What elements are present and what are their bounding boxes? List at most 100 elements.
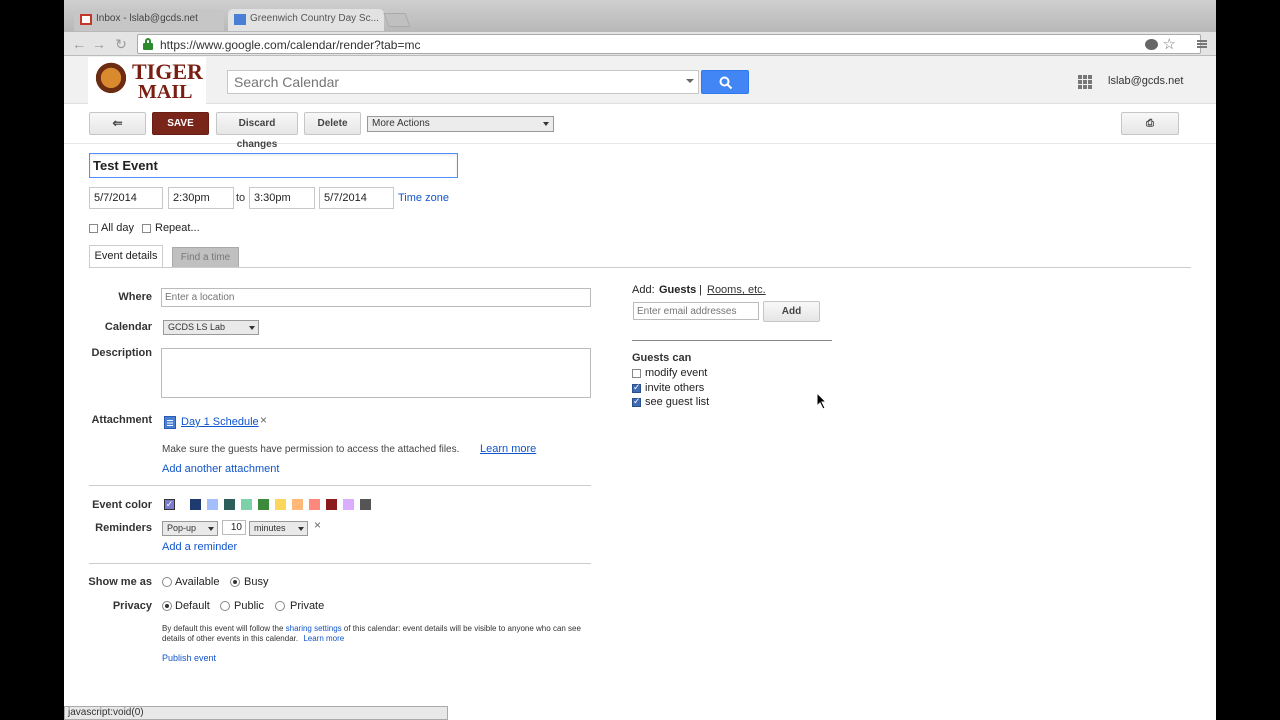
url-text: https://www.google.com/calendar/render?t…	[160, 38, 421, 52]
location-input[interactable]	[161, 288, 591, 307]
tiger-mail-logo[interactable]: TIGER MAIL	[88, 57, 206, 104]
logo-text: MAIL	[138, 81, 193, 103]
event-color-swatch[interactable]	[343, 499, 354, 510]
calendar-select[interactable]: GCDS LS Lab	[163, 320, 259, 335]
available-label: Available	[175, 576, 220, 588]
new-tab-button[interactable]	[383, 13, 411, 27]
event-color-swatch[interactable]	[241, 499, 252, 510]
publish-event-link[interactable]: Publish event	[162, 653, 216, 663]
remove-attachment-icon[interactable]: ×	[260, 413, 267, 427]
gmail-icon	[80, 14, 92, 25]
event-color-swatch[interactable]	[360, 499, 371, 510]
time-zone-link[interactable]: Time zone	[398, 192, 449, 204]
reminder-method-value: Pop-up	[167, 523, 197, 533]
more-actions-label: More Actions	[372, 118, 430, 129]
show-me-as-label: Show me as	[88, 576, 152, 588]
start-date-input[interactable]	[89, 187, 163, 209]
event-title-input[interactable]	[89, 153, 458, 178]
learn-more-link[interactable]: Learn more	[303, 634, 344, 643]
add-reminder-link[interactable]: Add a reminder	[162, 541, 237, 553]
to-label: to	[236, 192, 246, 204]
end-time-input[interactable]	[249, 187, 315, 209]
attachment-note: Make sure the guests have permission to …	[162, 444, 460, 455]
tiger-icon	[90, 59, 132, 101]
guests-tab[interactable]: Guests	[659, 284, 696, 296]
private-radio[interactable]	[275, 601, 285, 611]
event-color-label: Event color	[92, 499, 152, 511]
browser-toolbar: ← → ↻ https://www.google.com/calendar/re…	[64, 32, 1216, 56]
app-header: TIGER MAIL lslab@gcds.net	[64, 56, 1216, 104]
event-color-selected[interactable]: ✓	[164, 499, 175, 510]
learn-more-link[interactable]: Learn more	[480, 443, 536, 455]
apps-grid-icon[interactable]	[1078, 75, 1092, 89]
calendar-value: GCDS LS Lab	[168, 322, 226, 332]
reminder-unit-select[interactable]: minutes	[249, 521, 308, 536]
divider	[89, 485, 591, 486]
see-guest-list-checkbox[interactable]	[632, 396, 641, 407]
back-icon[interactable]: ←	[70, 36, 88, 52]
available-radio[interactable]	[162, 577, 172, 587]
private-label: Private	[290, 600, 325, 612]
extension-icon[interactable]	[1145, 39, 1158, 50]
reload-icon[interactable]: ↻	[112, 36, 130, 53]
add-guest-button[interactable]: Add	[763, 301, 820, 322]
description-textarea[interactable]	[161, 348, 591, 398]
tab-find-a-time[interactable]: Find a time	[172, 247, 239, 268]
sharing-settings-link[interactable]: sharing settings	[286, 624, 342, 633]
back-to-calendar-button[interactable]: ⇐	[89, 112, 146, 135]
remove-reminder-icon[interactable]: ×	[314, 518, 321, 532]
guests-can-label: Guests can	[632, 352, 692, 364]
bookmark-star-icon[interactable]: ☆	[1163, 35, 1176, 53]
tab-inbox[interactable]: Inbox - lslab@gcds.net	[74, 9, 224, 31]
chevron-down-icon	[543, 122, 549, 126]
attachment-link[interactable]: Day 1 Schedule	[181, 416, 259, 428]
event-color-swatch[interactable]	[258, 499, 269, 510]
account-menu[interactable]: lslab@gcds.net	[1108, 75, 1183, 87]
where-label: Where	[118, 291, 152, 303]
event-color-swatch[interactable]	[207, 499, 218, 510]
divider	[89, 267, 1191, 268]
delete-button[interactable]: Delete	[304, 112, 361, 135]
description-label: Description	[91, 347, 152, 359]
end-date-input[interactable]	[319, 187, 394, 209]
rooms-tab[interactable]: Rooms, etc.	[707, 284, 766, 296]
tab-calendar[interactable]: Greenwich Country Day Sc...	[228, 9, 384, 31]
address-bar[interactable]: https://www.google.com/calendar/render?t…	[137, 34, 1201, 54]
event-color-swatch[interactable]	[292, 499, 303, 510]
forward-icon[interactable]: →	[90, 36, 108, 52]
search-box	[227, 70, 699, 94]
lock-icon	[143, 38, 153, 50]
event-color-swatch[interactable]	[224, 499, 235, 510]
default-radio[interactable]	[162, 601, 172, 611]
separator: |	[699, 284, 702, 296]
public-radio[interactable]	[220, 601, 230, 611]
event-color-swatch[interactable]	[190, 499, 201, 510]
search-options-icon[interactable]	[686, 79, 694, 83]
reminder-value-input[interactable]	[222, 520, 246, 535]
start-time-input[interactable]	[168, 187, 234, 209]
reminder-unit-value: minutes	[254, 523, 286, 533]
modify-event-checkbox[interactable]	[632, 369, 641, 378]
print-button[interactable]: ⎙	[1121, 112, 1179, 135]
divider	[632, 340, 832, 341]
browser-menu-icon[interactable]	[1196, 38, 1208, 50]
more-actions-select[interactable]: More Actions	[367, 116, 554, 132]
guest-email-input[interactable]	[633, 302, 759, 320]
search-input[interactable]	[228, 71, 668, 93]
privacy-note-text: of this calendar: event details will be …	[343, 624, 551, 633]
discard-changes-button[interactable]: Discard changes	[216, 112, 298, 150]
all-day-checkbox[interactable]	[89, 224, 98, 233]
invite-others-checkbox[interactable]	[632, 382, 641, 393]
calendar-label: Calendar	[104, 321, 152, 333]
tab-event-details[interactable]: Event details	[89, 245, 163, 268]
event-color-swatch[interactable]	[275, 499, 286, 510]
busy-radio[interactable]	[230, 577, 240, 587]
attachment-label: Attachment	[91, 414, 152, 426]
add-attachment-link[interactable]: Add another attachment	[162, 463, 279, 475]
save-button[interactable]: SAVE	[152, 112, 209, 135]
reminder-method-select[interactable]: Pop-up	[162, 521, 218, 536]
event-color-swatch[interactable]	[326, 499, 337, 510]
repeat-checkbox[interactable]	[142, 224, 151, 233]
event-color-swatch[interactable]	[309, 499, 320, 510]
search-button[interactable]	[701, 70, 749, 94]
